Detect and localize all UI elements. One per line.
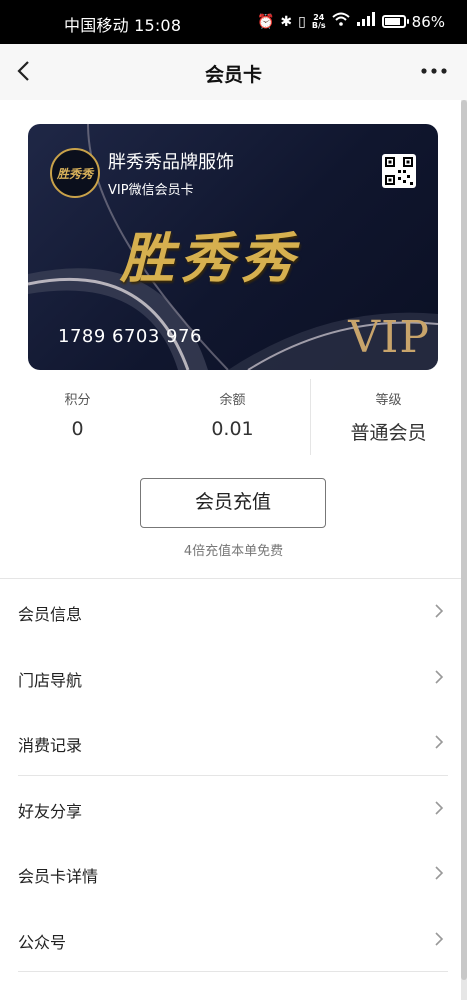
chevron-right-icon bbox=[435, 669, 444, 684]
battery-percent: 86% bbox=[411, 12, 445, 31]
signal-icon bbox=[356, 12, 376, 31]
menu-item-label: 消费记录 bbox=[18, 736, 83, 755]
status-icons: ⏰ ✱ ▯ 24 B/s 86% bbox=[257, 12, 445, 31]
chevron-right-icon bbox=[435, 800, 444, 815]
recharge-note: 4倍充值本单免费 bbox=[183, 544, 284, 559]
brand-wordmark: 胜秀秀 bbox=[120, 226, 300, 290]
card-subtitle: VIP微信会员卡 bbox=[108, 183, 194, 198]
menu-item-label: 会员卡详情 bbox=[18, 867, 99, 886]
chevron-right-icon bbox=[435, 931, 444, 946]
menu-item-share-friends[interactable]: 好友分享 bbox=[0, 776, 462, 842]
more-icon[interactable] bbox=[419, 58, 449, 84]
level-stat[interactable]: 等级 普通会员 bbox=[311, 375, 466, 445]
menu-item-label: 会员信息 bbox=[18, 605, 83, 624]
menu-item-label: 公众号 bbox=[18, 932, 67, 952]
vip-label: VIP bbox=[348, 312, 430, 363]
alarm-icon: ⏰ bbox=[256, 13, 275, 30]
qr-code-icon[interactable] bbox=[382, 154, 416, 188]
card-number: 1789 6703 976 bbox=[58, 326, 202, 347]
network-speed-unit: B/s bbox=[311, 20, 326, 30]
member-stats: 积分 0 余额 0.01 等级 普通会员 bbox=[0, 375, 467, 455]
points-value: 0 bbox=[71, 418, 84, 440]
menu-item-official-account[interactable]: 公众号 bbox=[0, 907, 462, 973]
nav-bar: 会员卡 bbox=[0, 44, 467, 100]
page-title: 会员卡 bbox=[204, 64, 262, 86]
status-bar: 中国移动 15:08 ⏰ ✱ ▯ 24 B/s 86% bbox=[0, 0, 467, 44]
chevron-right-icon bbox=[435, 735, 444, 749]
bluetooth-icon: ✱ bbox=[280, 13, 293, 30]
scrollbar-thumb[interactable] bbox=[461, 100, 467, 980]
points-stat[interactable]: 积分 0 bbox=[0, 375, 155, 440]
chevron-right-icon bbox=[435, 866, 444, 880]
main-content: 胜秀秀 胖秀秀品牌服饰 VIP微信会员卡 胜秀秀 1789 6703 976 V… bbox=[0, 100, 467, 1000]
level-label: 等级 bbox=[375, 393, 402, 408]
brand-logo: 胜秀秀 bbox=[50, 148, 100, 198]
menu-item-purchase-history[interactable]: 消费记录 bbox=[0, 710, 462, 776]
menu-item-store-navigation[interactable]: 门店导航 bbox=[0, 645, 462, 711]
chevron-right-icon bbox=[435, 604, 444, 618]
menu-item-label: 门店导航 bbox=[18, 670, 83, 690]
recharge-button[interactable]: 会员充值 bbox=[140, 478, 326, 528]
menu-item-card-details[interactable]: 会员卡详情 bbox=[0, 841, 462, 907]
menu-item-label: 好友分享 bbox=[18, 801, 83, 821]
level-value: 普通会员 bbox=[350, 422, 427, 444]
network-speed: 24 B/s bbox=[311, 13, 326, 30]
balance-label: 余额 bbox=[219, 393, 246, 408]
brand-name: 胖秀秀品牌服饰 bbox=[108, 152, 234, 173]
scrollbar[interactable] bbox=[461, 100, 467, 1000]
wifi-icon bbox=[331, 12, 350, 31]
balance-value: 0.01 bbox=[211, 418, 254, 440]
carrier-time: 中国移动 15:08 bbox=[64, 16, 182, 35]
menu-item-member-info[interactable]: 会员信息 bbox=[0, 579, 462, 645]
menu-list: 会员信息 门店导航 消费记录 好友分享 会员卡详情 公众号 bbox=[0, 579, 462, 972]
points-label: 积分 bbox=[64, 393, 91, 408]
battery-icon bbox=[381, 15, 409, 28]
battery-fill bbox=[384, 18, 401, 25]
balance-stat[interactable]: 余额 0.01 bbox=[155, 375, 310, 440]
vibrate-icon: ▯ bbox=[298, 13, 306, 30]
member-card[interactable]: 胜秀秀 胖秀秀品牌服饰 VIP微信会员卡 胜秀秀 1789 6703 976 V… bbox=[28, 124, 438, 370]
